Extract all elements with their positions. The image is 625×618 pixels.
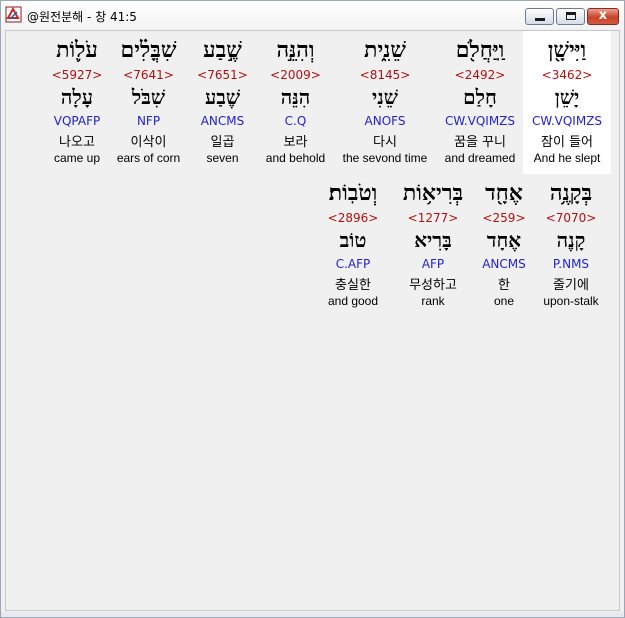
minimize-icon (535, 18, 545, 21)
korean-gloss: 무성하고 (409, 278, 457, 293)
lemma: שֵׁנִי (372, 85, 398, 109)
strong-number: <1277> (407, 211, 459, 225)
word-cell[interactable]: וַֽיַּחֲלֹ֖ם <2492> חָלַם CW.VQIMZS 꿈을 꾸니 and… (437, 31, 523, 174)
korean-gloss: 꿈을 꾸니 (454, 135, 506, 150)
hebrew-word: וַיִּישָׁ֖ן (547, 37, 587, 63)
korean-gloss: 나오고 (59, 135, 95, 150)
hebrew-word: בְּרִיא֥וֹת (402, 180, 464, 206)
english-gloss: seven (206, 151, 239, 165)
hebrew-word: שֵׁנִ֑ית (364, 37, 406, 63)
word-cell[interactable]: עֹל֛וֹת <5927> עָלָה VQPAFP 나오고 came up (44, 31, 110, 174)
morphology-code: C.Q (284, 114, 307, 128)
word-cell[interactable]: שֶׁ֣בַע <7651> שֶׁבַע ANCMS 일곱 seven (187, 31, 258, 174)
english-gloss: and good (327, 294, 379, 308)
lemma: יָשֵׁן (554, 85, 580, 109)
hebrew-word: בְּקָנֶ֥ה (549, 180, 593, 206)
strong-number: <3462> (541, 68, 593, 82)
strong-number: <2896> (327, 211, 379, 225)
english-gloss: and behold (265, 151, 326, 165)
lemma: קָנֶה (556, 228, 586, 252)
korean-gloss: 이삭이 (130, 135, 167, 150)
morphology-code: ANOFS (364, 114, 406, 128)
hebrew-word: שֶׁ֣בַע (203, 37, 242, 63)
english-gloss: rank (421, 294, 445, 308)
morphology-code: C.AFP (335, 257, 371, 271)
strong-number: <2492> (454, 68, 506, 82)
word-cell[interactable]: וְהִנֵּ֣ה <2009> הִנֵּה C.Q 보라 and behold (258, 31, 333, 174)
hebrew-word: עֹל֛וֹת (56, 37, 98, 63)
maximize-button[interactable] (556, 8, 585, 25)
strong-number: <7651> (197, 68, 248, 82)
morphology-code: ANCMS (482, 257, 526, 271)
close-button[interactable]: x (587, 8, 619, 25)
korean-gloss: 줄기에 (553, 278, 589, 293)
english-gloss: one (493, 294, 515, 308)
lemma: הִנֵּה (280, 85, 311, 109)
korean-gloss: 충실한 (335, 278, 371, 293)
close-icon: x (598, 8, 608, 23)
app-icon (5, 6, 22, 23)
morphology-code: ANCMS (200, 114, 245, 128)
strong-number: <5927> (51, 68, 103, 82)
korean-gloss: 한 (498, 278, 510, 293)
english-gloss: and dreamed (444, 151, 516, 165)
word-cell[interactable]: בְּקָנֶ֥ה <7070> קָנֶה P.NMS 줄기에 upon-stalk (536, 174, 606, 314)
window-bottom-edge (1, 612, 624, 617)
maximize-icon (566, 12, 576, 20)
english-gloss: the sevond time (342, 151, 428, 165)
hebrew-word: וְהִנֵּ֣ה (276, 37, 315, 63)
strong-number: <7070> (545, 211, 597, 225)
english-gloss: came up (53, 151, 101, 165)
hebrew-word: שִׁבֳּלִ֗ים (120, 37, 177, 63)
lemma: שֶׁבַע (204, 85, 241, 109)
lemma: שִׁבֹּל (131, 85, 166, 109)
korean-gloss: 잠이 들어 (541, 135, 593, 150)
korean-gloss: 다시 (373, 135, 397, 150)
morphology-code: NFP (136, 114, 161, 128)
english-gloss: And he slept (533, 151, 601, 165)
lemma: בָּרִיא (414, 228, 452, 252)
korean-gloss: 보라 (283, 135, 308, 150)
analysis-panel: וַיִּישָׁ֖ן <3462> יָשֵׁן CW.VQIMZS 잠이 들어 And… (5, 30, 620, 611)
strong-number: <8145> (359, 68, 411, 82)
window: @원전분해 - 창 41:5 x וַיִּישָׁ֖ן <3462> יָשֵׁן… (0, 0, 625, 618)
minimize-button[interactable] (525, 8, 554, 25)
window-title: @원전분해 - 창 41:5 (27, 10, 137, 24)
word-cell[interactable]: וַיִּישָׁ֖ן <3462> יָשֵׁן CW.VQIMZS 잠이 들어 And… (523, 31, 611, 174)
word-cell[interactable]: שֵׁנִ֑ית <8145> שֵׁנִי ANOFS 다시 the sevond ti… (333, 31, 437, 174)
strong-number: <7641> (123, 68, 174, 82)
lemma: טוֹב (339, 228, 367, 252)
lemma: חָלַם (463, 85, 497, 109)
hebrew-word: וַֽיַּחֲלֹ֖ם (455, 37, 505, 63)
word-cell[interactable]: בְּרִיא֥וֹת <1277> בָּרִיא AFP 무성하고 rank (394, 174, 472, 314)
strong-number: <2009> (270, 68, 321, 82)
word-cell[interactable]: וְטֹבֽוֹת׃ <2896> טוֹב C.AFP 충실한 and good (312, 174, 394, 314)
morphology-code: CW.VQIMZS (531, 114, 603, 128)
morphology-code: AFP (421, 257, 445, 271)
korean-gloss: 일곱 (210, 135, 235, 150)
strong-number: <259> (482, 211, 526, 225)
lemma: עָלָה (60, 85, 94, 109)
morphology-code: CW.VQIMZS (444, 114, 516, 128)
morphology-code: P.NMS (552, 257, 590, 271)
word-cell[interactable]: שִׁבֳּלִ֗ים <7641> שִׁבֹּל NFP 이삭이 ears of co… (110, 31, 187, 174)
lemma: אֶחָד (486, 228, 522, 252)
english-gloss: ears of corn (116, 151, 181, 165)
english-gloss: upon-stalk (543, 294, 599, 308)
morphology-code: VQPAFP (53, 114, 101, 128)
title-bar[interactable]: @원전분해 - 창 41:5 x (1, 1, 624, 29)
word-cell[interactable]: אֶחָ֖ד <259> אֶחָד ANCMS 한 one (472, 174, 536, 314)
hebrew-word: וְטֹבֽוֹת׃ (328, 180, 378, 206)
hebrew-word: אֶחָ֖ד (485, 180, 523, 206)
